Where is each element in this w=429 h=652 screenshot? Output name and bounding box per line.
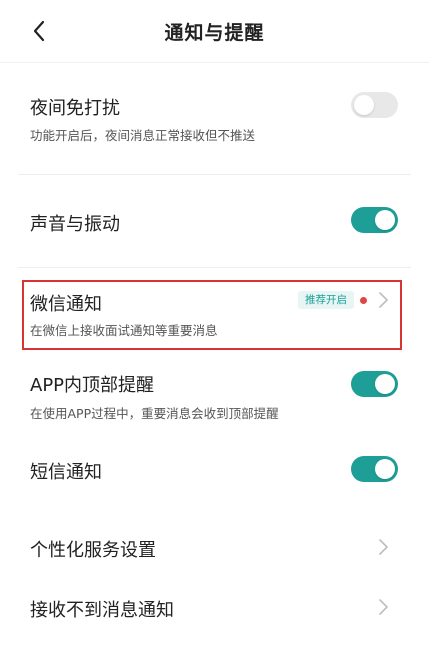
toggle-knob (354, 95, 374, 115)
chevron-right-icon (379, 599, 388, 615)
setting-row-sms[interactable]: 短信通知 (0, 436, 429, 502)
setting-label: 个性化服务设置 (30, 540, 156, 561)
sms-toggle[interactable] (351, 456, 398, 482)
chevron-right-icon (379, 539, 388, 555)
setting-label: 短信通知 (30, 462, 102, 483)
toggle-knob (375, 374, 395, 394)
notification-settings-page: 通知与提醒 夜间免打扰 功能开启后，夜间消息正常接收但不推送 声音与振动 微信通… (0, 0, 429, 652)
setting-description: 功能开启后，夜间消息正常接收但不推送 (30, 128, 256, 143)
setting-row-app-top[interactable]: APP内顶部提醒 在使用APP过程中，重要消息会收到顶部提醒 (0, 355, 429, 435)
setting-label: APP内顶部提醒 (30, 375, 155, 396)
setting-description: 在使用APP过程中，重要消息会收到顶部提醒 (30, 406, 279, 421)
setting-row-not-received[interactable]: 接收不到消息通知 (0, 580, 429, 640)
setting-label: 声音与振动 (30, 214, 120, 235)
app-top-toggle[interactable] (351, 371, 398, 397)
highlight-frame (22, 280, 402, 350)
top-bar: 通知与提醒 (0, 0, 429, 63)
setting-row-personalized[interactable]: 个性化服务设置 (0, 512, 429, 580)
dnd-toggle[interactable] (351, 92, 398, 118)
toggle-knob (375, 210, 395, 230)
sound-toggle[interactable] (351, 207, 398, 233)
setting-row-dnd[interactable]: 夜间免打扰 功能开启后，夜间消息正常接收但不推送 (0, 62, 429, 174)
setting-row-sound[interactable]: 声音与振动 (0, 175, 429, 267)
setting-label: 接收不到消息通知 (30, 600, 174, 621)
toggle-knob (375, 459, 395, 479)
divider (18, 267, 411, 268)
page-title: 通知与提醒 (164, 22, 265, 44)
setting-label: 夜间免打扰 (30, 98, 120, 119)
